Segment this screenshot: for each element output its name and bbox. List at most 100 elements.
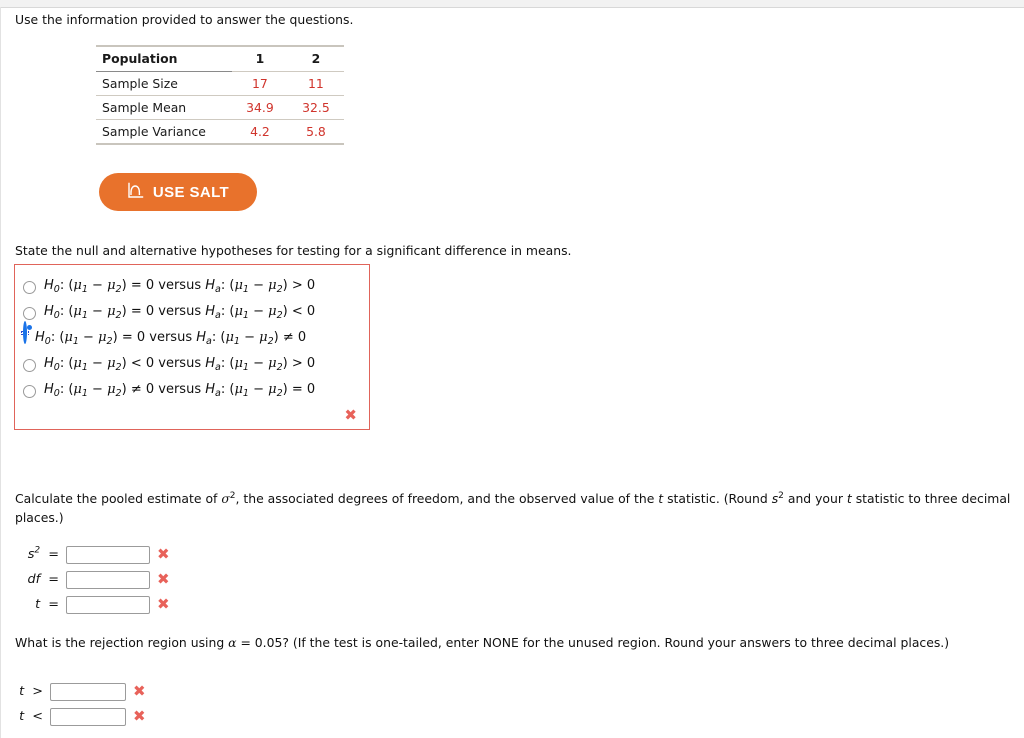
row-label-sample-size: Sample Size: [96, 71, 232, 96]
cell-sample-mean-pop2: 32.5: [287, 95, 344, 120]
radio-option-4-label: H0: (μ1 − μ2) < 0 versus Ha: (μ1 − μ2) >…: [44, 356, 316, 373]
table-row: Sample Variance 4.2 5.8: [96, 119, 344, 145]
radio-option-2-label: H0: (μ1 − μ2) = 0 versus Ha: (μ1 − μ2) <…: [44, 304, 316, 321]
use-salt-label: USE SALT: [152, 183, 230, 201]
radio-button-4[interactable]: [23, 359, 36, 372]
radio-option-5[interactable]: H0: (μ1 − μ2) ≠ 0 versus Ha: (μ1 − μ2) =…: [15, 377, 369, 403]
opt3-null-rel: =: [121, 330, 133, 345]
label-tl-base: t: [19, 709, 25, 724]
calc-text-a: Calculate the pooled estimate of: [15, 491, 222, 506]
opt4-null-val: 0: [145, 356, 155, 371]
label-df-op: =: [48, 572, 59, 587]
row-label-sample-mean: Sample Mean: [96, 95, 232, 120]
label-df-base: df: [27, 572, 41, 587]
sigma-symbol: σ: [221, 491, 230, 506]
opt2-alt-val: 0: [306, 304, 316, 319]
radio-button-5[interactable]: [23, 385, 36, 398]
opt2-alt-rel: <: [291, 304, 303, 319]
table-row: Sample Size 17 11: [96, 71, 344, 96]
table-header-population: Population: [96, 45, 232, 72]
calc-text-c: statistic. (Round: [663, 491, 772, 506]
opt5-null-rel: ≠: [130, 382, 142, 397]
alpha-symbol: α: [228, 635, 237, 650]
incorrect-mark-t: ✖: [157, 595, 170, 613]
radio-button-2[interactable]: [23, 307, 36, 320]
use-salt-button[interactable]: USE SALT: [99, 173, 257, 211]
rej-text-b: = 0.05? (If the test is one-tailed, ente…: [236, 635, 950, 650]
distribution-curve-icon: [127, 182, 144, 203]
t-lower-input[interactable]: [50, 707, 126, 726]
label-t: t =: [15, 597, 59, 612]
opt1-null-val: 0: [145, 278, 155, 293]
radio-option-2[interactable]: H0: (μ1 − μ2) = 0 versus Ha: (μ1 − μ2) <…: [15, 299, 369, 325]
radio-focus-ring: [21, 321, 29, 344]
radio-option-5-label: H0: (μ1 − μ2) ≠ 0 versus Ha: (μ1 − μ2) =…: [44, 382, 316, 399]
answer-row-df: df = ✖: [15, 567, 170, 592]
label-s-op: =: [48, 547, 59, 562]
radio-option-3[interactable]: H0: (μ1 − μ2) = 0 versus Ha: (μ1 − μ2) ≠…: [15, 321, 369, 351]
incorrect-mark-s-squared: ✖: [157, 545, 170, 563]
label-tl-op: <: [32, 709, 43, 724]
hypotheses-prompt: State the null and alternative hypothese…: [15, 243, 572, 258]
calc-text-d: and your: [783, 491, 847, 506]
label-t-op: =: [48, 597, 59, 612]
t-upper-input[interactable]: [50, 682, 126, 701]
calculate-prompt: Calculate the pooled estimate of σ2, the…: [15, 490, 1011, 525]
cell-sample-size-pop2: 11: [287, 71, 344, 96]
t-statistic-input[interactable]: [66, 595, 150, 614]
radio-button-1[interactable]: [23, 281, 36, 294]
radio-option-3-label: H0: (μ1 − μ2) = 0 versus Ha: (μ1 − μ2) ≠…: [35, 330, 307, 347]
cell-sample-mean-pop1: 34.9: [231, 95, 288, 120]
calc-text-b: , the associated degrees of freedom, and…: [235, 491, 659, 506]
row-label-sample-variance: Sample Variance: [96, 119, 232, 145]
intro-text: Use the information provided to answer t…: [15, 12, 354, 27]
opt2-null-rel: =: [130, 304, 142, 319]
radio-button-3[interactable]: [23, 321, 27, 344]
opt1-alt-val: 0: [306, 278, 316, 293]
pooled-estimate-answers: s2 = ✖ df = ✖ t = ✖: [15, 542, 170, 617]
cell-sample-variance-pop2: 5.8: [287, 119, 344, 145]
answer-row-t-less: t < ✖: [15, 704, 146, 729]
incorrect-mark-df: ✖: [157, 570, 170, 588]
answer-row-s2: s2 = ✖: [15, 542, 170, 567]
label-df: df =: [15, 572, 59, 587]
rej-text-a: What is the rejection region using: [15, 635, 229, 650]
population-data-table: Population 1 2 Sample Size 17 11 Sample …: [96, 45, 344, 145]
opt5-null-val: 0: [145, 382, 155, 397]
label-tg-base: t: [19, 684, 25, 699]
radio-option-1[interactable]: H0: (μ1 − μ2) = 0 versus Ha: (μ1 − μ2) >…: [15, 273, 369, 299]
cell-sample-variance-pop1: 4.2: [231, 119, 288, 145]
label-s-sup: 2: [34, 545, 41, 556]
opt4-alt-val: 0: [306, 356, 316, 371]
opt3-alt-rel: ≠: [282, 330, 294, 345]
df-input[interactable]: [66, 570, 150, 589]
table-header-pop2: 2: [287, 45, 344, 72]
label-s-squared: s2 =: [15, 545, 59, 562]
answer-row-t-greater: t > ✖: [15, 679, 146, 704]
opt4-null-rel: <: [130, 356, 142, 371]
s-squared-input[interactable]: [66, 545, 150, 564]
opt3-null-val: 0: [136, 330, 146, 345]
label-t-greater: t >: [15, 684, 43, 699]
cell-sample-size-pop1: 17: [231, 71, 288, 96]
radio-option-4[interactable]: H0: (μ1 − μ2) < 0 versus Ha: (μ1 − μ2) >…: [15, 351, 369, 377]
table-row: Sample Mean 34.9 32.5: [96, 95, 344, 120]
window-top-strip: [0, 0, 1024, 8]
opt2-null-val: 0: [145, 304, 155, 319]
page-left-border: [0, 7, 1, 738]
opt4-alt-rel: >: [291, 356, 303, 371]
opt1-alt-rel: >: [291, 278, 303, 293]
opt5-alt-rel: =: [291, 382, 303, 397]
label-t-less: t <: [15, 709, 43, 724]
incorrect-mark-t-greater: ✖: [133, 682, 146, 700]
label-tg-op: >: [32, 684, 43, 699]
opt5-alt-val: 0: [306, 382, 316, 397]
rejection-region-prompt: What is the rejection region using α = 0…: [15, 633, 1015, 652]
incorrect-mark-t-less: ✖: [133, 707, 146, 725]
opt3-alt-val: 0: [297, 330, 307, 345]
opt1-null-rel: =: [130, 278, 142, 293]
hypotheses-radio-group: H0: (μ1 − μ2) = 0 versus Ha: (μ1 − μ2) >…: [14, 264, 370, 430]
label-t-base: t: [35, 597, 41, 612]
answer-row-t: t = ✖: [15, 592, 170, 617]
incorrect-mark-hypotheses: ✖: [344, 406, 357, 424]
